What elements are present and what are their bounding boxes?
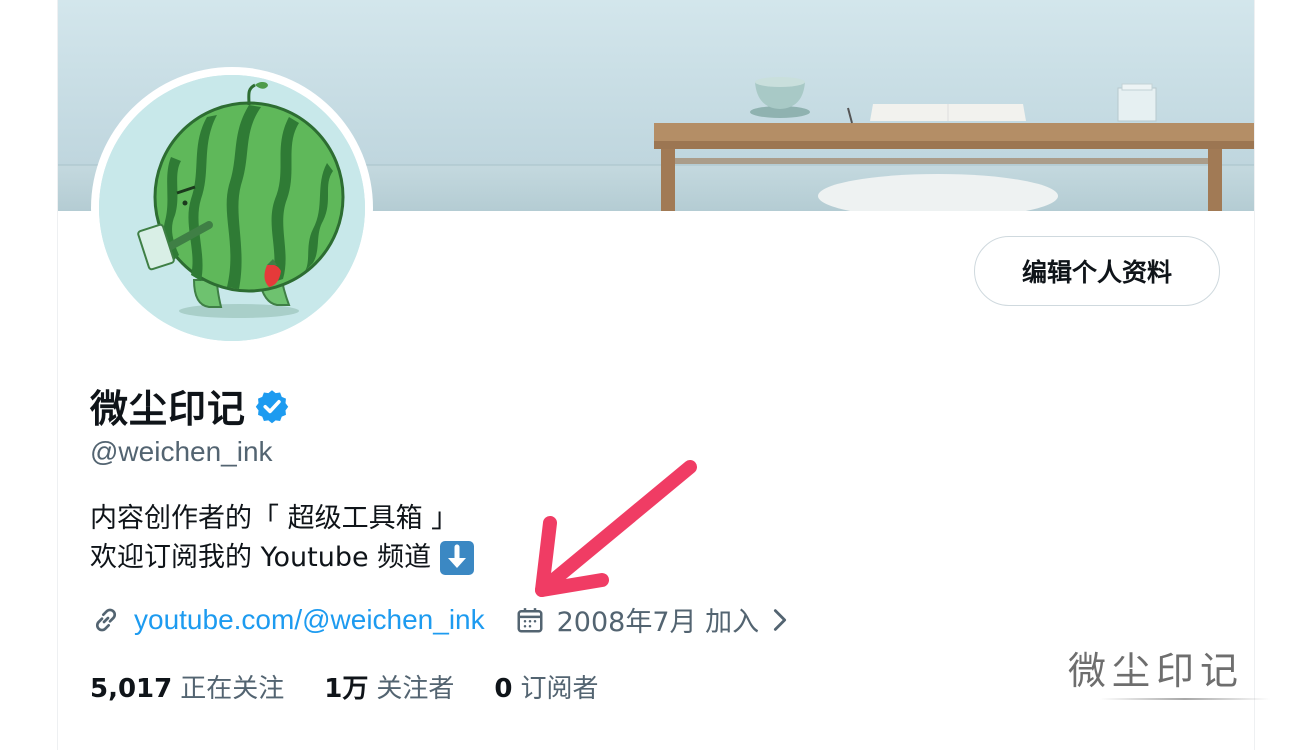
annotation-arrow-icon <box>535 460 697 597</box>
following-stat[interactable]: 5,017 正在关注 <box>90 668 284 705</box>
website-link[interactable]: youtube.com/@weichen_ink <box>134 604 485 636</box>
bio-line-1: 内容创作者的「 超级工具箱 」 <box>90 503 459 534</box>
link-icon <box>95 608 117 631</box>
following-label: 正在关注 <box>180 674 285 704</box>
watermark-underline <box>1100 698 1270 700</box>
bio-line-2-container: 欢迎订阅我的 Youtube 频道 <box>90 538 475 577</box>
chevron-right-icon[interactable] <box>769 606 791 634</box>
display-name: 微尘印记 <box>90 387 247 431</box>
following-count: 5,017 <box>90 674 173 704</box>
followers-stat[interactable]: 1万 关注者 <box>324 668 454 705</box>
watermark: 微尘印记 <box>1068 649 1245 693</box>
profile-meta-row: youtube.com/@weichen_ink 2008年7月 加入 <box>90 600 791 639</box>
avatar-ring <box>91 67 373 349</box>
joined-date[interactable]: 2008年7月 加入 <box>557 600 759 639</box>
watermelon-character-illustration <box>99 75 365 341</box>
subscribers-label: 订阅者 <box>520 674 599 704</box>
profile-card: 编辑个人资料 微尘印记 @weichen_ink 内容创作者的「 超级工具箱 」… <box>57 0 1255 750</box>
avatar[interactable] <box>99 75 365 341</box>
profile-bio: 内容创作者的「 超级工具箱 」 欢迎订阅我的 Youtube 频道 <box>90 499 475 577</box>
edit-profile-button[interactable]: 编辑个人资料 <box>974 236 1220 306</box>
profile-handle: @weichen_ink <box>90 436 273 467</box>
subscribers-stat[interactable]: 0 订阅者 <box>494 668 598 705</box>
followers-label: 关注者 <box>376 674 455 704</box>
profile-name-row: 微尘印记 <box>90 378 290 433</box>
profile-stats: 5,017 正在关注 1万 关注者 0 订阅者 <box>90 668 638 705</box>
subscribers-count: 0 <box>494 674 513 704</box>
calendar-icon <box>517 607 543 632</box>
bio-line-2: 欢迎订阅我的 Youtube 频道 <box>90 542 432 573</box>
followers-count: 1万 <box>324 674 369 704</box>
down-arrow-emoji-icon <box>440 540 475 575</box>
verified-badge-icon[interactable] <box>254 388 290 424</box>
